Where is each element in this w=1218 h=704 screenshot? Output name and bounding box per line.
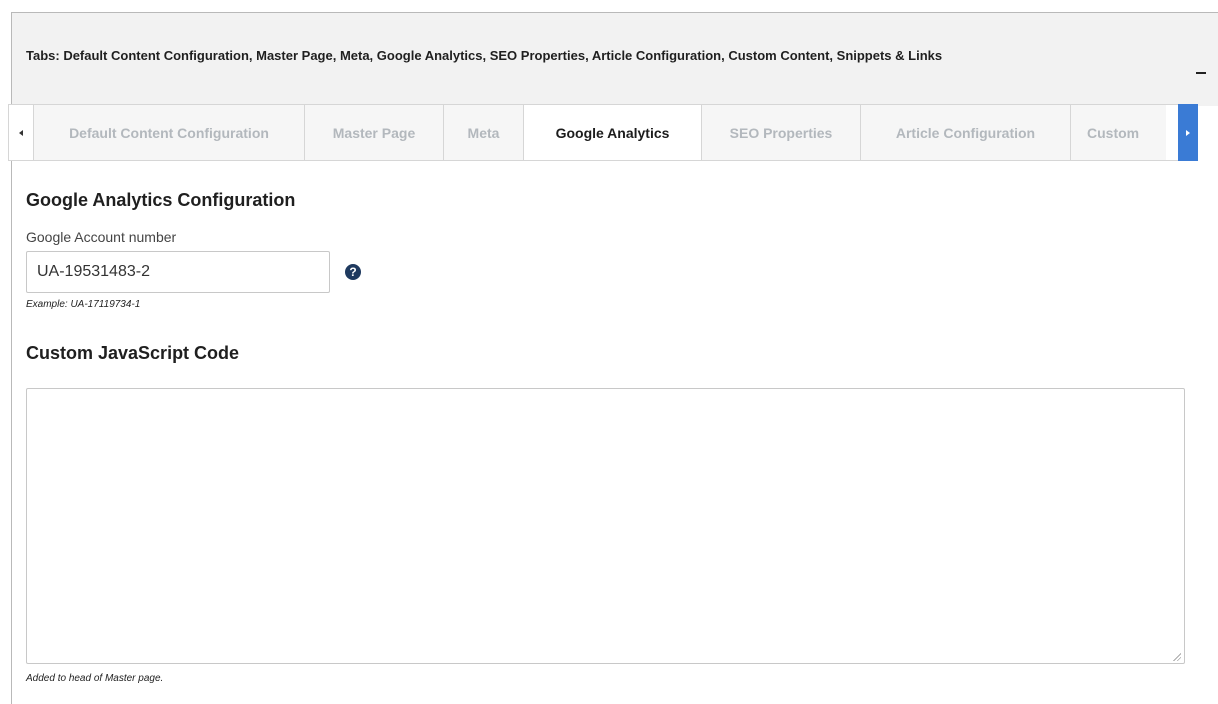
caret-right-icon [1186, 129, 1190, 136]
account-example-hint: Example: UA-17119734-1 [26, 299, 141, 310]
account-number-input[interactable] [26, 251, 330, 293]
tab-label: Custom [1087, 124, 1140, 141]
account-number-label: Google Account number [26, 229, 177, 245]
resize-handle-icon[interactable] [1172, 652, 1181, 661]
custom-js-textarea[interactable] [26, 388, 1185, 664]
minus-icon[interactable] [1196, 72, 1206, 74]
tab-label: Master Page [332, 124, 416, 141]
tab-bar: Default Content Configuration Master Pag… [8, 104, 1198, 161]
tab-default-content-configuration[interactable]: Default Content Configuration [34, 105, 305, 160]
panel-header: Tabs: Default Content Configuration, Mas… [12, 13, 1218, 106]
help-icon[interactable]: ? [345, 264, 361, 280]
tab-master-page[interactable]: Master Page [305, 105, 444, 160]
panel-header-text: Tabs: Default Content Configuration, Mas… [26, 48, 943, 63]
tab-article-configuration[interactable]: Article Configuration [861, 105, 1071, 160]
tab-google-analytics[interactable]: Google Analytics [524, 105, 702, 160]
scroll-right-button[interactable] [1178, 104, 1198, 161]
tab-label: Google Analytics [555, 124, 670, 141]
tab-label: Meta [467, 124, 500, 141]
tab-custom-content[interactable]: Custom [1071, 105, 1166, 160]
tab-label: Article Configuration [895, 124, 1036, 141]
tab-meta[interactable]: Meta [444, 105, 524, 160]
scroll-left-button[interactable] [9, 105, 34, 160]
caret-left-icon [19, 129, 23, 136]
ga-section-title: Google Analytics Configuration [26, 190, 296, 210]
js-hint: Added to head of Master page. [26, 673, 164, 684]
tab-label: SEO Properties [729, 124, 833, 141]
js-section-title: Custom JavaScript Code [26, 343, 240, 363]
tab-seo-properties[interactable]: SEO Properties [702, 105, 861, 160]
tab-label: Default Content Configuration [69, 124, 269, 141]
